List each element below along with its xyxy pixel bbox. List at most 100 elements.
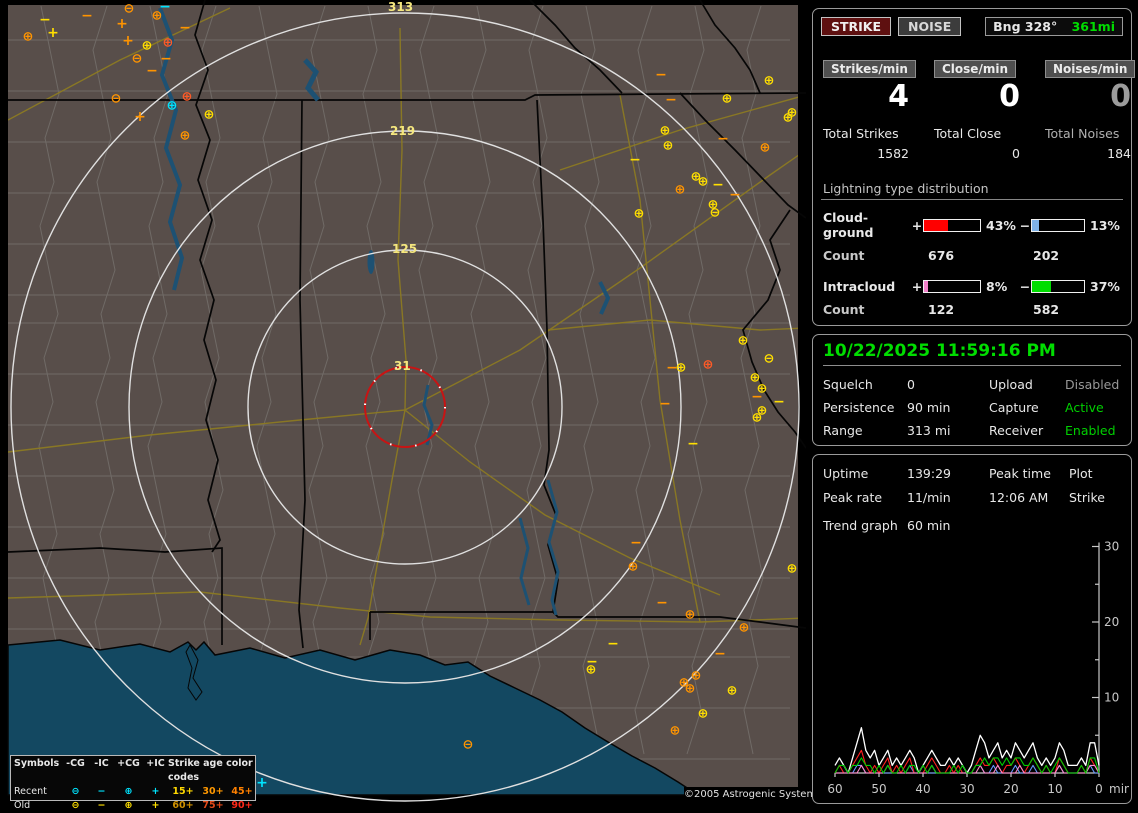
strike-symbol: − [656,595,668,611]
strike-symbol: ⊖ [111,92,122,107]
plus-icon: + [151,800,160,811]
strike-symbol: ⊕ [142,39,153,54]
strike-symbol: ⊕ [628,560,639,575]
strike-symbol: ⊕ [685,608,696,623]
plus-sign: + [911,279,923,294]
legend-recent-row: Recent ⊖ − ⊕ + 15+ 30+ 45+ [14,785,253,799]
intracloud-row: Intracloud + 8% − 37% [821,279,1123,294]
noises-per-min-value: 0 [1110,79,1131,114]
strike-symbol: − [81,8,93,24]
strike-symbol: ⊕ [703,358,714,373]
strike-symbol: − [717,131,729,147]
squelch-label: Squelch [823,377,873,392]
svg-text:30: 30 [959,782,974,796]
circle-plus-icon: ⊕ [124,800,133,811]
close-per-min-chip[interactable]: Close/min [934,60,1016,78]
close-per-min-column: Close/min 0 Total Close 0 [934,58,1020,161]
count-label: Count [823,302,865,317]
age-75: 75+ [202,800,224,811]
minus-icon: − [97,800,106,811]
legend-symbols-header: Symbols [14,758,60,769]
plot-mode-value: Strike [1069,490,1105,505]
cloud-ground-label: Cloud-ground [823,210,874,240]
cg-positive-fill [924,219,949,231]
cg-positive-count: 676 [928,248,955,263]
map[interactable]: 313 219 125 31 ⊕ − + ⊖ + ⊕ − − − + ⊕ ⊕ ⊖ − − ⊖ ⊕ ⊕ ⊕ + ⊕ − ⊕ ⊕ −… [0,0,821,813]
trend-graph-label: Trend graph [823,518,898,533]
strike-stats-panel: STRIKE NOISE Bng 328° 361mi Strikes/min … [812,8,1136,326]
peak-rate-label: Peak rate [823,490,883,505]
strike-symbol: ⊖ [132,52,143,67]
strike-symbol: ⊕ [760,141,771,156]
strike-symbol: ⊕ [752,411,763,426]
strike-symbol: − [659,396,671,412]
noise-button[interactable]: NOISE [898,17,962,36]
strike-symbol: − [714,646,726,662]
plus-icon: + [151,786,160,797]
legend-col-pos-ic: +IC [146,758,165,769]
strike-symbol: − [665,92,677,108]
ic-negative-count: 582 [1033,302,1060,317]
strike-symbol: − [160,51,172,67]
strike-symbol: − [159,0,171,15]
trend-graph: 10 20 30 60 50 40 30 20 10 0 min [827,540,1131,797]
cg-negative-fill [1032,219,1039,231]
range-value: 313 mi [907,423,951,438]
svg-text:20: 20 [1003,782,1018,796]
cloud-ground-row: Cloud-ground + 43% − 13% [821,210,1123,240]
strike-symbol: ⊖ [124,2,135,17]
legend-col-neg-ic: -IC [94,758,109,769]
total-close-label: Total Close [934,126,1002,141]
legend-col-neg-cg: -CG [66,758,85,769]
circle-plus-icon: ⊕ [124,786,133,797]
upload-label: Upload [989,377,1033,392]
strike-symbol: − [607,636,619,652]
session-stats-grid: Uptime 139:29 Peak time Plot Peak rate 1… [823,466,1127,505]
strike-symbol: ⊕ [727,684,738,699]
capture-status: Active [1065,400,1104,415]
strike-symbol: ⊕ [676,361,687,376]
strike-symbol: ⊕ [23,30,34,45]
minus-sign: − [1019,217,1031,233]
ring-label-31: 31 [394,359,411,373]
strike-button[interactable]: STRIKE [821,17,892,36]
receiver-status: Enabled [1065,423,1116,438]
status-panel: 10/22/2025 11:59:16 PM Squelch 0 Upload … [812,334,1132,446]
trend-panel: Uptime 139:29 Peak time Plot Peak rate 1… [812,454,1132,804]
strike-symbol: − [712,177,724,193]
total-strikes-label: Total Strikes [823,126,899,141]
legend-header-row: Symbols -CG -IC +CG +IC Strike age color… [14,757,253,785]
strike-symbol: ⊕ [670,724,681,739]
bearing-value: Bng 328° [993,19,1058,34]
mode-button-row: STRIKE NOISE Bng 328° 361mi [821,17,1123,36]
strikes-per-min-chip[interactable]: Strikes/min [823,60,916,78]
noises-per-min-chip[interactable]: Noises/min [1045,60,1136,78]
circle-minus-icon: ⊖ [71,800,80,811]
intracloud-count-row: Count 122 582 [821,302,1123,317]
strike-symbol: − [773,394,785,410]
trend-graph-window: 60 min [907,518,951,533]
strike-symbol: ⊕ [182,90,193,105]
distance-value: 361mi [1071,19,1115,34]
ring-label-125: 125 [392,242,417,256]
intracloud-label: Intracloud [823,279,896,294]
plus-sign: + [911,217,923,233]
cg-negative-count: 202 [1033,248,1060,263]
svg-text:min: min [1109,782,1129,796]
strike-symbol: − [629,152,641,168]
squelch-value: 0 [907,377,915,392]
legend-old-row: Old ⊖ − ⊕ + 60+ 75+ 90+ [14,799,253,813]
strike-symbol: − [630,535,642,551]
peak-rate-value: 11/min [907,490,951,505]
receiver-label: Receiver [989,423,1044,438]
ring-label-219: 219 [390,124,415,138]
upload-status: Disabled [1065,377,1120,392]
map-canvas[interactable]: 313 219 125 31 ⊕−+⊖+ ⊕−−−+ ⊕ ⊕⊖ −−⊖ ⊕⊕⊕+⊕− ⊕⊕−… [0,0,806,812]
strike-symbol: ⊕ [204,108,215,123]
legend-col-pos-cg: +CG [117,758,140,769]
strike-symbol: ⊕ [698,175,709,190]
trend-graph-header: Trend graph 60 min [823,518,1127,533]
uptime-label: Uptime [823,466,869,481]
trend-series-cg_pos [834,749,1100,774]
strike-symbol: ⊕ [634,207,645,222]
